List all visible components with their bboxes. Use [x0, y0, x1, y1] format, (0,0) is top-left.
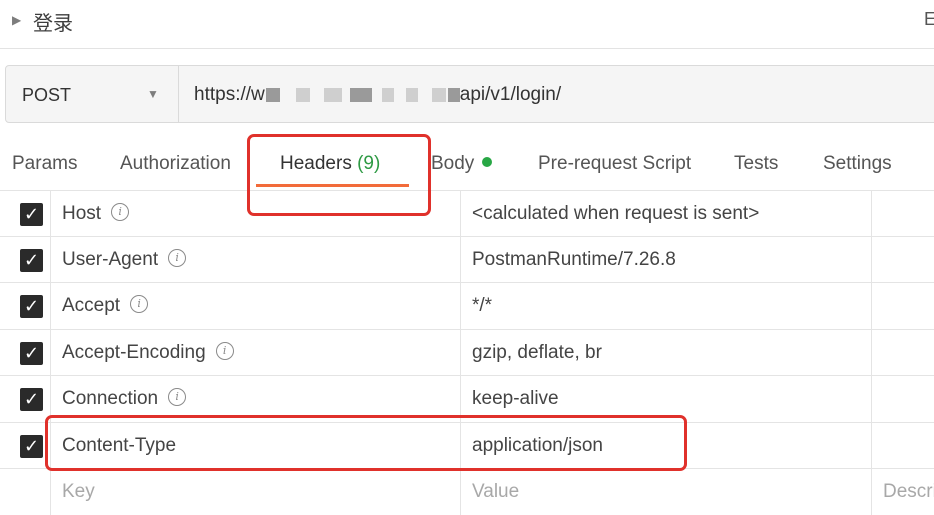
table-row: ✓ Accept i */*	[0, 282, 934, 329]
caret-right-icon[interactable]: ▶	[12, 13, 21, 27]
check-icon[interactable]: ✓	[20, 295, 43, 318]
redacted-block	[381, 87, 394, 102]
table-row: ✓ Accept-Encoding i gzip, deflate, br	[0, 329, 934, 376]
key-cell[interactable]: Accept-Encoding i	[50, 330, 461, 376]
tab-label: Params	[12, 153, 78, 174]
method-label: POST	[22, 85, 72, 105]
tab-label: Settings	[823, 153, 892, 174]
table-row: ✓ Host i <calculated when request is sent…	[0, 190, 934, 237]
request-header: ▶ 登录 E	[0, 0, 934, 49]
header-value: */*	[472, 295, 493, 316]
info-icon[interactable]: i	[168, 387, 187, 406]
redacted-block	[447, 87, 460, 102]
tab-label: Body	[431, 153, 475, 174]
header-key: User-Agent	[62, 249, 159, 270]
info-icon[interactable]: i	[215, 341, 234, 360]
redacted-block	[431, 87, 446, 102]
truncated-label: E	[924, 9, 934, 29]
highlight-box-headers-tab	[247, 134, 431, 216]
redacted-block	[323, 87, 342, 102]
table-row: ✓ User-Agent i PostmanRuntime/7.26.8	[0, 236, 934, 283]
table-row-new: Key Value Descri	[0, 468, 934, 515]
header-value: gzip, deflate, br	[472, 342, 602, 363]
check-icon[interactable]: ✓	[20, 388, 43, 411]
value-cell[interactable]: */*	[461, 283, 872, 329]
tab-label: Authorization	[120, 153, 231, 174]
key-cell[interactable]: User-Agent i	[50, 237, 461, 283]
header-key: Connection	[62, 388, 159, 409]
empty-check-cell	[0, 469, 51, 515]
tab-settings[interactable]: Settings	[823, 153, 892, 175]
header-value: <calculated when request is sent>	[472, 203, 760, 224]
redacted-block	[295, 87, 310, 102]
tab-authorization[interactable]: Authorization	[120, 153, 231, 175]
tab-tests[interactable]: Tests	[734, 153, 778, 175]
info-icon[interactable]: i	[111, 202, 130, 221]
check-icon[interactable]: ✓	[20, 203, 43, 226]
value-cell[interactable]: gzip, deflate, br	[461, 330, 872, 376]
url-prefix: https://w	[194, 84, 265, 105]
chevron-down-icon: ▼	[147, 87, 159, 101]
tab-params[interactable]: Params	[12, 153, 77, 175]
info-icon[interactable]: i	[168, 248, 187, 267]
url-suffix: api/v1/login/	[459, 84, 562, 105]
request-name[interactable]: 登录	[33, 7, 73, 36]
header-value: PostmanRuntime/7.26.8	[472, 249, 676, 270]
redacted-block	[265, 87, 280, 102]
key-cell[interactable]: Key	[50, 469, 461, 515]
check-icon[interactable]: ✓	[20, 342, 43, 365]
value-cell[interactable]: <calculated when request is sent>	[461, 191, 872, 237]
tab-body[interactable]: Body	[431, 153, 493, 175]
header-value: keep-alive	[472, 388, 559, 409]
check-icon[interactable]: ✓	[20, 435, 43, 458]
tab-label: Tests	[734, 153, 779, 174]
key-cell[interactable]: Accept i	[50, 283, 461, 329]
redacted-block	[349, 87, 372, 102]
redacted-block	[405, 87, 418, 102]
check-icon[interactable]: ✓	[20, 249, 43, 272]
value-cell[interactable]: Value	[461, 469, 872, 515]
body-status-dot-icon	[482, 156, 493, 167]
header-key: Accept-Encoding	[62, 342, 206, 363]
header-key: Accept	[62, 295, 121, 316]
tab-label: Pre-request Script	[538, 153, 692, 174]
highlight-box-content-type	[45, 415, 687, 471]
header-key: Host	[62, 203, 102, 224]
value-cell[interactable]: PostmanRuntime/7.26.8	[461, 237, 872, 283]
url-bar: POST ▼ https://w api/v1/login/	[5, 65, 934, 123]
method-select[interactable]: POST ▼	[6, 66, 179, 122]
tab-pre-request-script[interactable]: Pre-request Script	[538, 153, 691, 175]
url-input[interactable]: https://w api/v1/login/	[194, 84, 561, 106]
info-icon[interactable]: i	[130, 294, 149, 313]
